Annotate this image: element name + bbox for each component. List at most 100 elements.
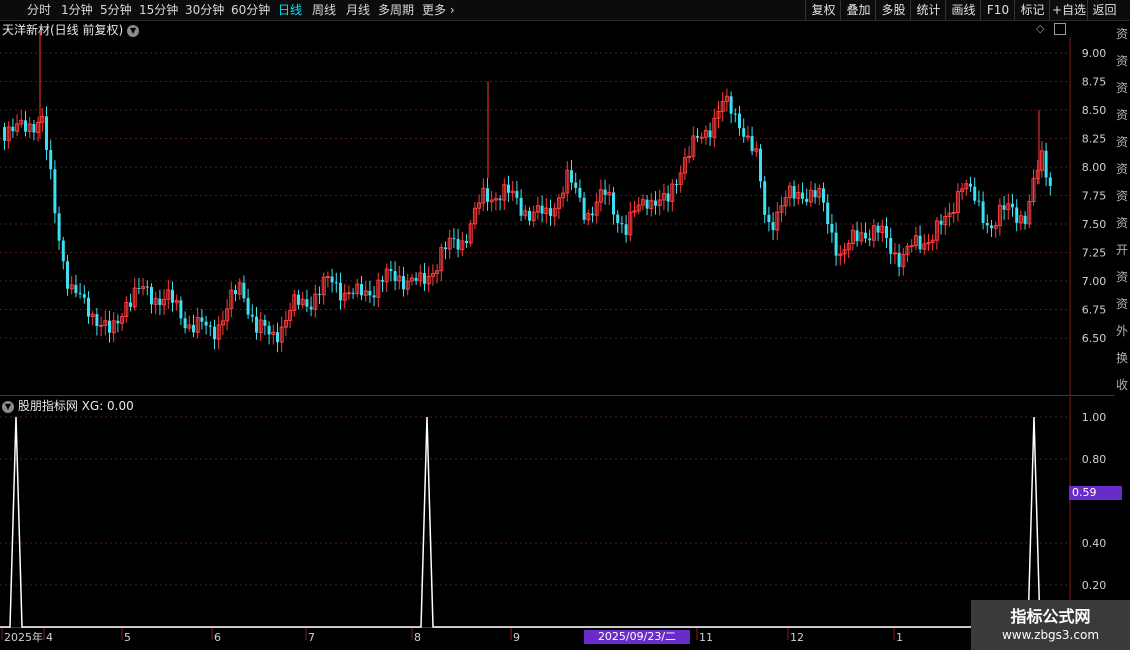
candle-body: [129, 302, 132, 307]
time-axis-label: 12: [790, 631, 804, 644]
indicator-grid: [0, 416, 1070, 586]
candle-body: [951, 211, 956, 214]
right-info-strip: 资 资 资 资 资 资 资 资 开 资 资 外 换 收: [1115, 21, 1130, 627]
candle-body: [49, 150, 53, 170]
candle-body: [66, 261, 69, 289]
candle-body: [334, 282, 338, 284]
time-axis-labels: 2025年 4 5 6 7 8 9 11 12 1: [1, 628, 903, 644]
candle-body: [108, 320, 111, 333]
candle-body: [402, 276, 405, 290]
candle-body: [750, 136, 754, 152]
strip-char: 资: [1116, 297, 1129, 311]
candle-body: [95, 314, 99, 327]
candle-body: [250, 314, 254, 317]
price-tick-label: 7.75: [1082, 190, 1107, 203]
candle-body: [973, 186, 977, 201]
candle-body: [918, 235, 922, 250]
price-tick-label: 9.00: [1082, 47, 1107, 60]
candle-body: [1048, 177, 1052, 186]
candle-body: [381, 280, 384, 282]
price-tick-label: 7.25: [1082, 247, 1107, 260]
watermark-title: 指标公式网: [1010, 607, 1091, 626]
candle-body: [977, 200, 981, 202]
cursor-date-tag: 2025/09/23/二: [584, 630, 690, 644]
strip-char: 资: [1116, 189, 1129, 203]
candle-body: [603, 189, 607, 195]
watermark-url: www.zbgs3.com: [1001, 628, 1100, 642]
candle-body: [57, 213, 61, 241]
candle-body: [330, 276, 334, 283]
candle-body: [876, 225, 880, 233]
candle-body: [969, 183, 972, 187]
indicator-xg-value: XG: 0.00: [81, 399, 134, 413]
candle-body: [267, 325, 271, 335]
candle-body: [246, 298, 250, 315]
candle-body: [675, 184, 678, 186]
candle-body: [318, 294, 321, 296]
candle-body: [234, 290, 237, 295]
candle-body: [666, 193, 670, 202]
candle-body: [733, 113, 737, 115]
price-tick-label: 7.00: [1082, 275, 1107, 288]
candle-body: [351, 292, 355, 294]
candle-body: [498, 198, 502, 201]
candle-body: [771, 222, 775, 231]
candle-body: [616, 214, 620, 224]
candle-body: [99, 324, 104, 327]
candle-body: [183, 318, 187, 329]
candle-body: [465, 240, 468, 243]
candle-body: [507, 184, 510, 193]
price-tick-label: 7.50: [1082, 218, 1107, 231]
candle-body: [11, 126, 15, 132]
time-axis-label: 1: [896, 631, 903, 644]
candle-body: [61, 240, 65, 262]
indicator-tick-label: 1.00: [1082, 411, 1107, 424]
strip-char: 资: [1116, 81, 1129, 95]
indicator-tick-label: 0.40: [1082, 537, 1107, 550]
candle-body: [813, 190, 817, 198]
candle-body: [939, 220, 943, 225]
candle-body: [192, 324, 195, 333]
candle-body: [150, 286, 153, 305]
candle-body: [368, 290, 372, 296]
strip-char: 收: [1116, 378, 1129, 392]
candle-body: [582, 197, 586, 220]
strip-char: 资: [1116, 135, 1129, 149]
candle-body: [53, 169, 57, 214]
chevron-down-icon[interactable]: ▼: [2, 400, 14, 413]
candle-body: [540, 205, 544, 214]
candle-body: [242, 282, 246, 299]
price-tick-label: 8.25: [1082, 133, 1107, 146]
candle-body: [654, 200, 657, 206]
price-tick-label: 6.50: [1082, 332, 1107, 345]
candle-body: [305, 299, 309, 307]
candle-body: [990, 225, 993, 229]
strip-char: 外: [1116, 324, 1129, 338]
candle-body: [801, 192, 804, 199]
candle-body: [885, 226, 888, 238]
indicator-title: ▼ 股朋指标网 XG: 0.00: [2, 397, 134, 414]
candle-body: [834, 232, 838, 256]
candle-body: [200, 317, 204, 322]
candle-body: [145, 286, 149, 288]
candle-body: [528, 210, 531, 221]
candle-body: [792, 186, 796, 199]
candle-body: [570, 170, 573, 183]
candle-body: [158, 298, 162, 305]
candle-body: [325, 276, 330, 279]
candle-body: [759, 148, 762, 182]
candle-body: [515, 191, 519, 198]
candle-body: [171, 289, 174, 303]
candle-body: [74, 284, 78, 294]
candle-body: [116, 320, 120, 324]
time-axis-label: 5: [124, 631, 131, 644]
candle-body: [179, 300, 183, 319]
price-tick-label: 8.75: [1082, 76, 1107, 89]
candle-body: [339, 282, 342, 301]
candle-body: [3, 127, 6, 141]
strip-char: 资: [1116, 216, 1129, 230]
time-axis-label: 8: [414, 631, 421, 644]
candle-body: [414, 278, 418, 281]
candle-body: [708, 130, 712, 138]
time-axis-label: 11: [699, 631, 713, 644]
